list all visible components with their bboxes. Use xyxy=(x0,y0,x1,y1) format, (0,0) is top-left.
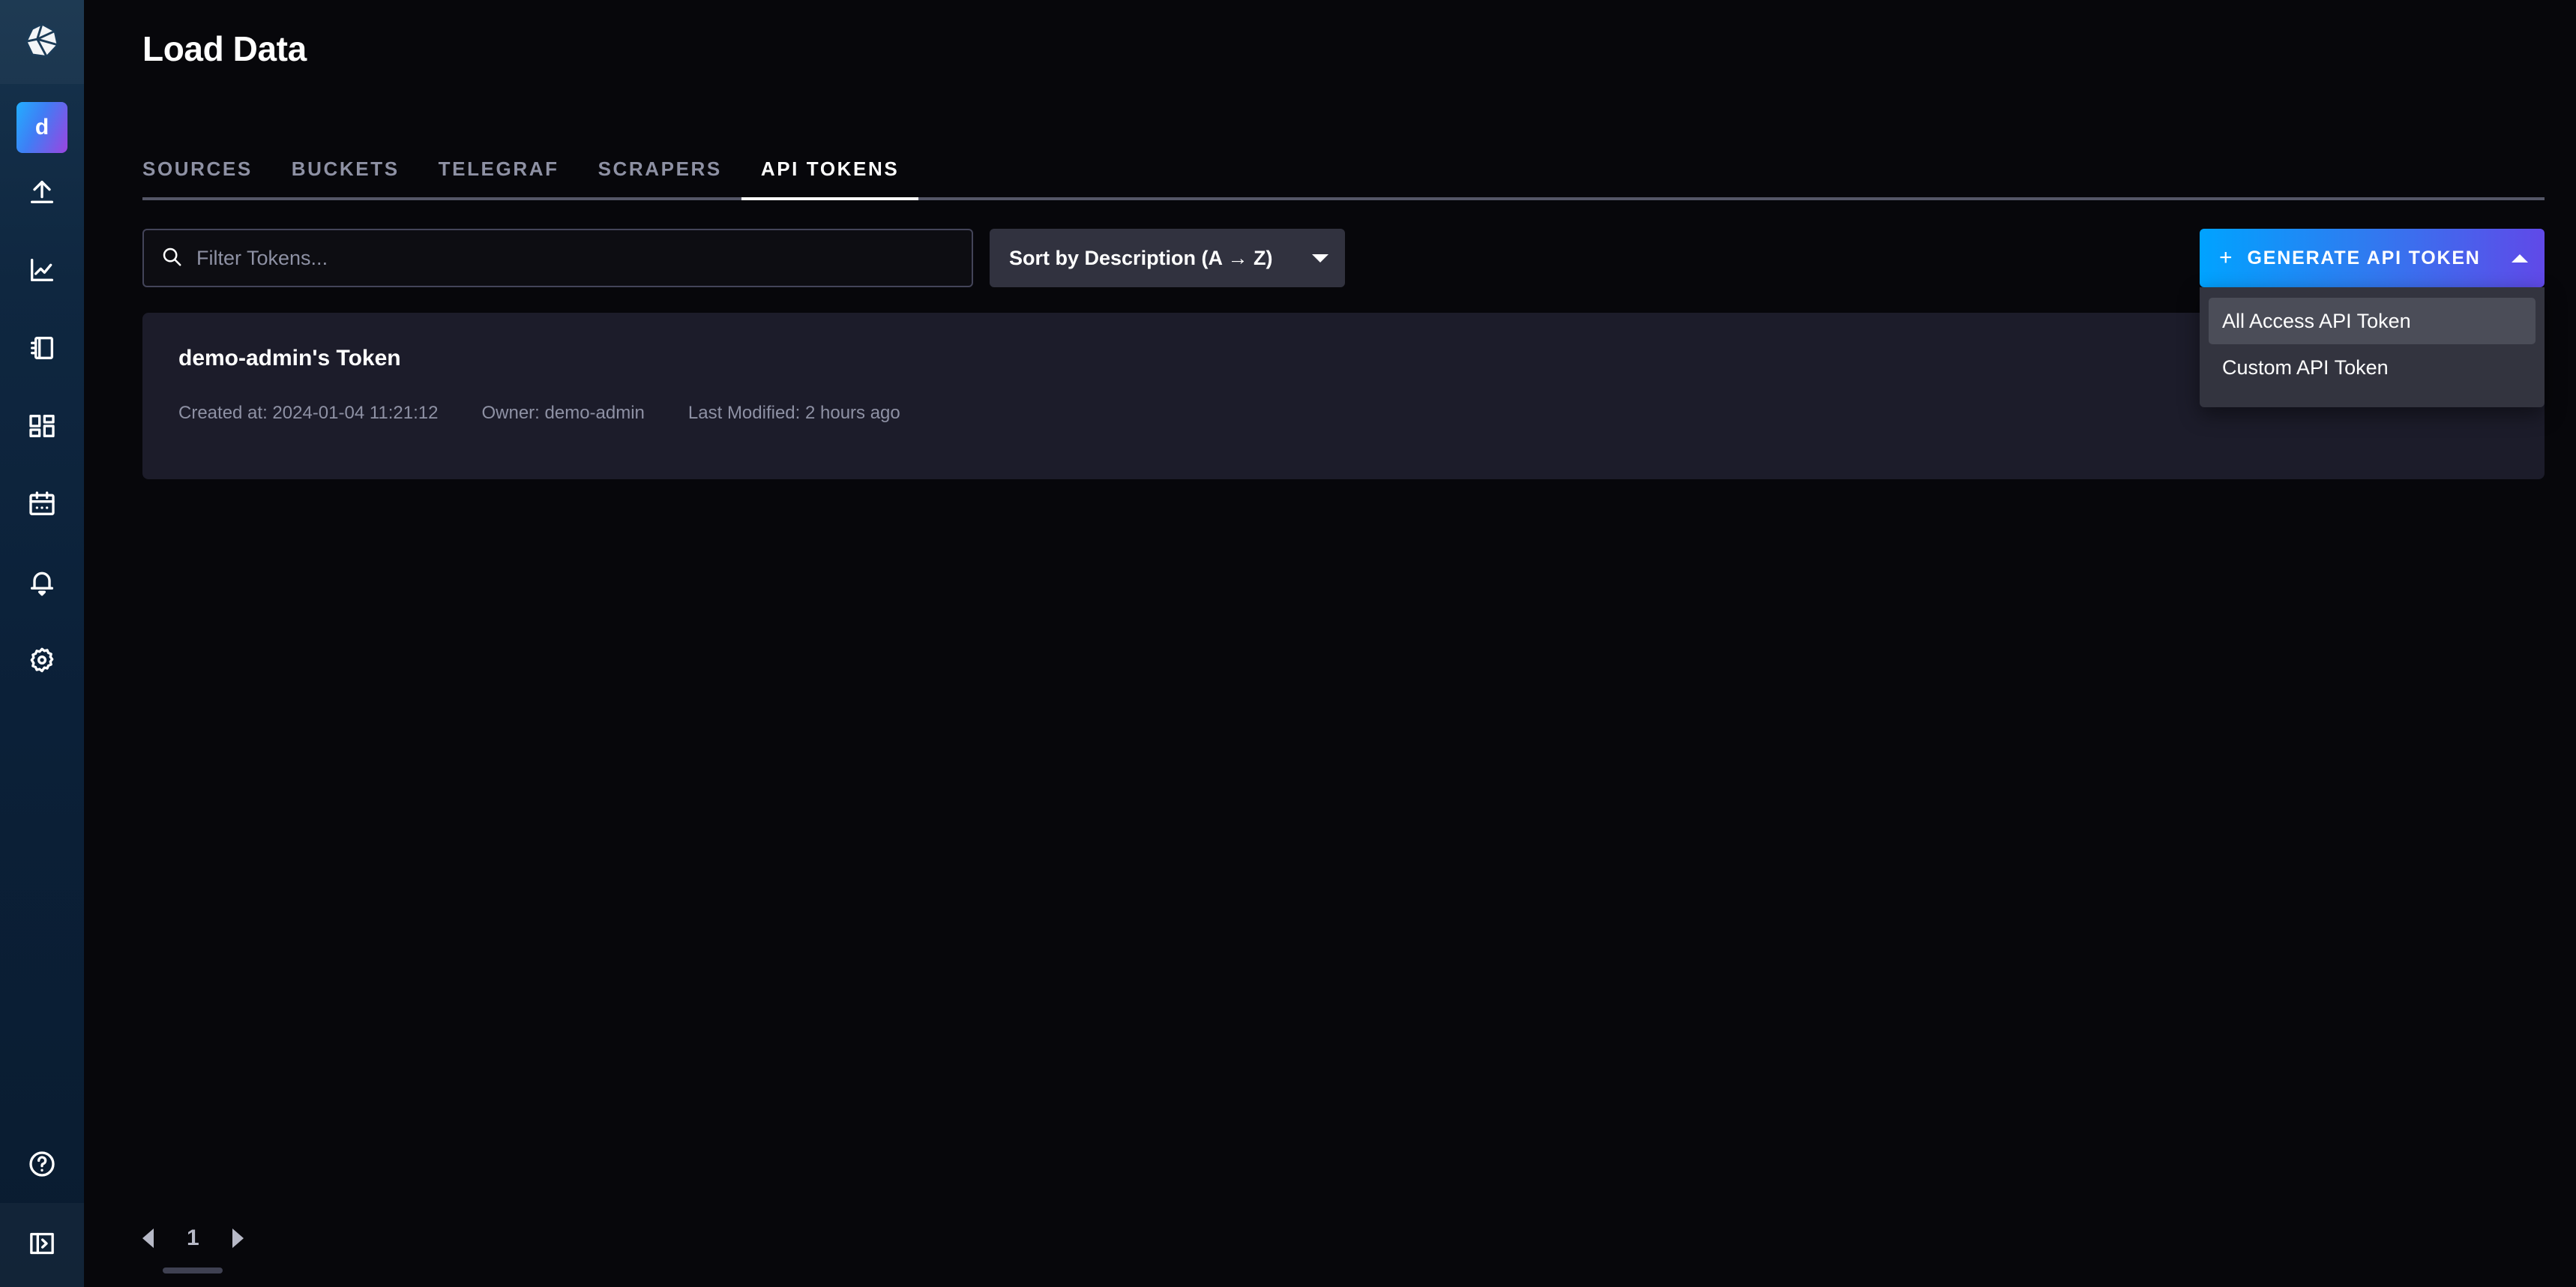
tab-telegraf[interactable]: TELEGRAF xyxy=(419,158,579,197)
sidebar-item-data-explorer[interactable] xyxy=(0,231,84,309)
toolbar: Filter Tokens... Sort by Description (A … xyxy=(142,229,2545,287)
tab-sources[interactable]: SOURCES xyxy=(142,158,272,197)
sidebar-collapse-toggle[interactable] xyxy=(0,1203,84,1287)
influxdb-logo-button[interactable] xyxy=(0,0,84,84)
pagination-page-number[interactable]: 1 xyxy=(187,1226,199,1251)
token-metadata: Created at: 2024-01-04 11:21:12 Owner: d… xyxy=(178,403,2509,424)
tab-api-tokens[interactable]: API TOKENS xyxy=(741,158,918,197)
org-avatar[interactable]: d xyxy=(16,102,67,153)
sidebar-item-help[interactable] xyxy=(0,1125,84,1203)
menu-item-custom-api-token[interactable]: Custom API Token xyxy=(2209,344,2536,391)
token-list: demo-admin's Token Created at: 2024-01-0… xyxy=(142,313,2545,479)
menu-item-all-access-api-token[interactable]: All Access API Token xyxy=(2209,298,2536,344)
search-icon xyxy=(160,245,183,272)
sidebar-item-dashboards[interactable] xyxy=(0,387,84,465)
sidebar-item-notebooks[interactable] xyxy=(0,309,84,387)
horizontal-scrollbar[interactable] xyxy=(163,1268,223,1274)
search-input[interactable]: Filter Tokens... xyxy=(196,247,328,270)
token-owner: Owner: demo-admin xyxy=(481,403,644,424)
sort-dropdown-label: Sort by Description (A → Z) xyxy=(1009,247,1273,270)
left-nav-sidebar: d xyxy=(0,0,84,1287)
sidebar-item-tasks[interactable] xyxy=(0,465,84,543)
token-card[interactable]: demo-admin's Token Created at: 2024-01-0… xyxy=(142,313,2545,479)
plus-icon: + xyxy=(2219,247,2233,269)
sort-dropdown[interactable]: Sort by Description (A → Z) xyxy=(990,229,1345,287)
active-tab-underline xyxy=(741,197,918,200)
dashboards-grid-icon xyxy=(27,411,57,441)
alerts-bell-icon xyxy=(27,567,57,597)
token-last-modified: Last Modified: 2 hours ago xyxy=(688,403,900,424)
tab-list: SOURCES BUCKETS TELEGRAF SCRAPERS API TO… xyxy=(142,158,2545,197)
influxdb-logo-icon xyxy=(22,20,62,64)
pagination: 1 xyxy=(142,1226,244,1274)
main-content: Load Data SOURCES BUCKETS TELEGRAF SCRAP… xyxy=(84,0,2576,1287)
generate-token-menu: All Access API Token Custom API Token xyxy=(2200,287,2545,407)
tab-baseline xyxy=(142,197,2545,200)
expand-sidebar-icon xyxy=(27,1228,57,1262)
chevron-right-icon[interactable] xyxy=(232,1228,244,1248)
notebooks-book-icon xyxy=(27,333,57,363)
search-tokens-box[interactable]: Filter Tokens... xyxy=(142,229,973,287)
load-data-upload-icon xyxy=(27,177,57,207)
data-explorer-chart-icon xyxy=(27,255,57,285)
help-question-circle-icon xyxy=(27,1149,57,1179)
org-avatar-label: d xyxy=(35,116,49,139)
tab-buckets[interactable]: BUCKETS xyxy=(272,158,419,197)
tasks-calendar-icon xyxy=(27,489,57,519)
generate-api-token-label: GENERATE API TOKEN xyxy=(2248,248,2512,269)
app-root: d xyxy=(0,0,2576,1287)
pagination-controls: 1 xyxy=(142,1226,244,1251)
token-name-link[interactable]: demo-admin's Token xyxy=(178,346,2509,371)
generate-token-group: + GENERATE API TOKEN All Access API Toke… xyxy=(2200,229,2545,287)
chevron-left-icon[interactable] xyxy=(142,1228,154,1248)
settings-gear-icon xyxy=(27,645,57,675)
tabs-container: SOURCES BUCKETS TELEGRAF SCRAPERS API TO… xyxy=(142,158,2545,200)
sidebar-item-settings[interactable] xyxy=(0,621,84,699)
sidebar-item-alerts[interactable] xyxy=(0,543,84,621)
page-title: Load Data xyxy=(142,28,2545,69)
chevron-down-icon xyxy=(1312,254,1328,262)
tab-scrapers[interactable]: SCRAPERS xyxy=(579,158,741,197)
sidebar-item-load-data[interactable] xyxy=(0,153,84,231)
generate-api-token-button[interactable]: + GENERATE API TOKEN xyxy=(2200,229,2545,287)
chevron-up-icon xyxy=(2512,254,2528,262)
token-created-at: Created at: 2024-01-04 11:21:12 xyxy=(178,403,438,424)
